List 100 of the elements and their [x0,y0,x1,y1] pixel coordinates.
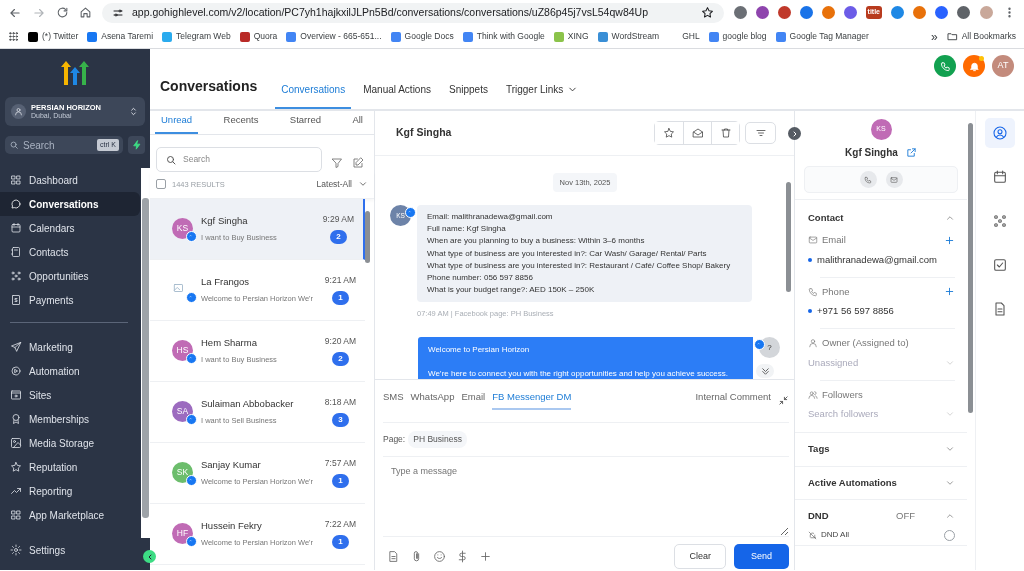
filter-tab[interactable]: Unread [155,112,199,134]
search-field[interactable]: Search [156,147,322,172]
bookmark-link[interactable]: (*) Twitter [28,30,79,43]
extension-icon[interactable] [843,6,857,19]
section-header[interactable]: Active Automations [795,475,967,490]
delete-button[interactable] [711,122,739,144]
channel-tab[interactable]: SMS [383,390,404,411]
settings-item[interactable]: Settings [0,538,140,562]
select-all-checkbox[interactable] [156,179,166,190]
message-line: What type of business are you interested in?: Restaurant / Café/ Coffee Shop/ Bakery [427,259,732,272]
filter-icon[interactable] [331,156,343,169]
filter-tab[interactable]: Starred [283,112,327,134]
nav-item[interactable]: Calendars [0,216,140,240]
emoji-icon[interactable] [433,550,446,563]
bookmark-link[interactable]: Telegram Web [162,30,231,43]
call-button[interactable] [859,171,877,188]
tab[interactable]: Trigger Links [499,82,585,109]
nav-item[interactable]: Media Storage [0,431,140,455]
extension-icon[interactable] [755,6,769,19]
section-header[interactable]: DND OFF [795,508,967,523]
call-button[interactable] [934,55,956,77]
scroll-down-button[interactable] [756,364,774,378]
internal-comment-tab[interactable]: Internal Comment [695,390,771,411]
notifications-button[interactable] [963,55,985,77]
field-value[interactable]: +971 56 597 8856 [817,304,894,319]
extension-icon[interactable] [777,6,791,19]
extension-icon[interactable] [935,6,948,19]
nav-item[interactable]: Marketing [0,335,140,359]
nav-item[interactable]: Opportunities [0,264,140,288]
extension-icon[interactable] [913,6,926,19]
task-icon [992,257,1008,273]
send-button[interactable]: Send [733,544,789,569]
apps-icon[interactable] [8,31,19,42]
nav-item[interactable]: Conversations [0,192,140,216]
nav-item[interactable]: Payments [0,288,140,312]
all-bookmarks-link[interactable]: All Bookmarks [946,30,1016,43]
tab[interactable]: Conversations [275,82,352,109]
add-icon[interactable] [944,234,955,246]
bookmark-link[interactable]: GHL [668,30,700,43]
extension-icon[interactable] [733,6,747,19]
contact-name: Kgf Singha [845,146,898,160]
channel-tab[interactable]: FB Messenger DM [492,390,572,411]
unread-count: 2 [332,352,349,367]
extension-icon[interactable] [821,6,835,19]
external-link-icon[interactable] [905,147,917,158]
extension-icon[interactable] [891,6,904,19]
field-value[interactable]: malithranadewa@gmail.com [817,252,937,267]
nav-item[interactable]: Reputation [0,455,140,479]
channel-tab[interactable]: WhatsApp [410,390,455,411]
message-line: What is your budget range?: AED 150K – 250K [427,283,596,296]
compose-icon[interactable] [352,156,364,169]
nav-item[interactable]: Dashboard [0,168,140,192]
bookmark-link[interactable]: Google Docs [390,30,454,43]
bookmark-link[interactable]: XING [553,30,589,43]
filter-button[interactable] [745,122,776,144]
dollar-icon[interactable] [456,550,469,563]
add-icon[interactable] [944,286,955,298]
reload-icon[interactable] [56,6,69,19]
panel-tab[interactable] [985,118,1015,148]
extension-icon[interactable] [799,6,813,19]
nav-item[interactable]: Contacts [0,240,140,264]
collapse-icon[interactable] [778,394,789,406]
template-icon[interactable] [387,550,400,563]
nav-item[interactable]: Reporting [0,479,140,503]
section-header[interactable]: Contact [795,211,967,226]
calendar-icon [992,169,1008,185]
bookmark-link[interactable]: Overview - 665-651... [286,30,382,43]
panel-toggle[interactable] [788,127,801,140]
tab[interactable]: Manual Actions [357,82,437,109]
user-icon [808,338,818,349]
bookmark-link[interactable]: google blog [708,30,767,43]
section-header[interactable]: Tags [795,442,967,457]
channel-tab[interactable]: Email [461,390,486,411]
double-chevron-icon [759,365,771,377]
bookmark-link[interactable]: Asena Taremi [87,30,154,43]
collapse-toggle[interactable] [143,550,156,563]
extension-icon[interactable] [957,6,970,19]
nav-item[interactable]: Sites [0,383,140,407]
scrollbar[interactable] [141,168,150,538]
clear-button[interactable]: Clear [674,544,726,569]
address-bar[interactable]: app.gohighlevel.com/v2/location/PC7yh1hajkxilJLPn5Bd/conversations/conversations/uZ86p45j7vsL54qw84Up [102,2,724,23]
nav-item[interactable]: Memberships [0,407,140,431]
home-icon[interactable] [79,6,92,19]
nav-item[interactable]: Automation [0,359,140,383]
profile-avatar[interactable] [980,6,993,19]
quick-action-button[interactable] [128,136,145,154]
filter-tab[interactable]: All [346,112,369,134]
bookmark-link[interactable]: Think with Google [462,30,545,43]
add-icon[interactable] [479,550,492,563]
sort-dropdown[interactable]: Latest-All [316,178,352,191]
more-bookmarks-button[interactable]: » [931,27,938,46]
bookmark-link[interactable]: Quora [239,30,278,43]
page-chip[interactable]: PH Business [408,431,467,448]
tab[interactable]: Snippets [443,82,494,109]
bookmark-link[interactable]: WordStream [597,30,660,43]
email-button[interactable] [885,171,903,188]
bookmark-star-icon[interactable] [700,6,714,19]
nav-item[interactable]: App Marketplace [0,503,140,527]
bookmark-link[interactable]: Google Tag Manager [775,30,869,43]
filter-tab[interactable]: Recents [217,112,265,134]
